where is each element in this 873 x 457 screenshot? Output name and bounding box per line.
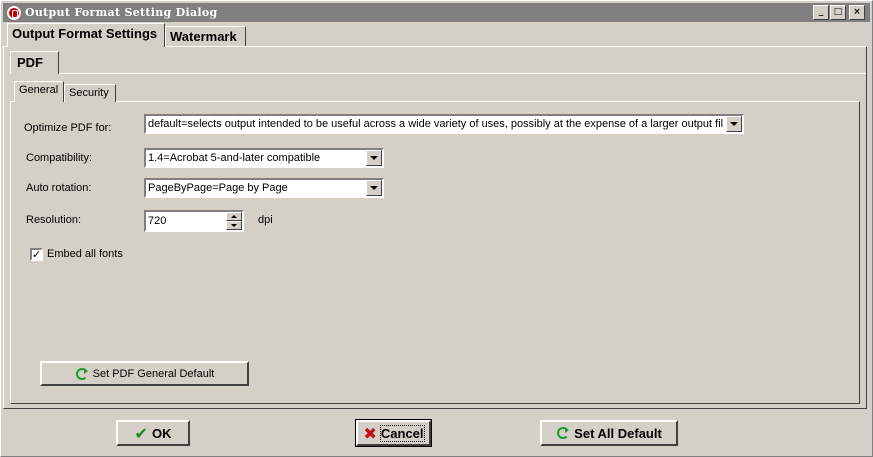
- resolution-label: Resolution:: [26, 214, 82, 226]
- resolution-spinner[interactable]: 720: [144, 210, 244, 232]
- window-title: Output Format Setting Dialog: [25, 6, 218, 19]
- tab-output-format-settings[interactable]: Output Format Settings: [7, 23, 165, 47]
- refresh-icon: [75, 367, 89, 381]
- resolution-unit: dpi: [258, 214, 273, 226]
- general-panel: [10, 101, 860, 404]
- refresh-icon: [556, 426, 570, 440]
- resolution-value: 720: [148, 215, 167, 227]
- set-pdf-general-default-label: Set PDF General Default: [92, 367, 215, 380]
- close-button[interactable]: ×: [849, 5, 865, 20]
- cancel-label: Cancel: [379, 424, 425, 442]
- window-controls: _ □ ×: [813, 5, 865, 20]
- maximize-button[interactable]: □: [830, 5, 846, 20]
- spin-down-icon[interactable]: [226, 221, 242, 230]
- embed-fonts-label[interactable]: Embed all fonts: [47, 248, 123, 260]
- embed-fonts-checkbox[interactable]: ✓: [30, 248, 43, 261]
- check-icon: ✔: [134, 423, 148, 443]
- x-icon: ✖: [363, 423, 377, 443]
- set-all-default-label: Set All Default: [574, 425, 662, 441]
- minimize-button[interactable]: _: [813, 5, 829, 20]
- title-bar[interactable]: Output Format Setting Dialog _ □ ×: [3, 3, 870, 22]
- optimize-value: default=selects output intended to be us…: [148, 118, 724, 130]
- ok-label: OK: [151, 425, 172, 441]
- compatibility-select[interactable]: 1.4=Acrobat 5-and-later compatible: [144, 148, 384, 168]
- chevron-down-icon[interactable]: [366, 180, 382, 196]
- set-all-default-button[interactable]: Set All Default: [540, 420, 678, 446]
- cancel-button[interactable]: ✖ Cancel: [355, 419, 432, 447]
- tab-watermark[interactable]: Watermark: [165, 26, 246, 46]
- auto-rotation-value: PageByPage=Page by Page: [148, 182, 288, 194]
- app-icon: [7, 5, 21, 20]
- optimize-select[interactable]: default=selects output intended to be us…: [144, 114, 744, 134]
- tab-security[interactable]: Security: [64, 84, 116, 102]
- spin-up-icon[interactable]: [226, 212, 242, 221]
- ok-button[interactable]: ✔ OK: [116, 420, 190, 446]
- set-pdf-general-default-button[interactable]: Set PDF General Default: [40, 361, 249, 386]
- tab-general[interactable]: General: [14, 81, 64, 102]
- optimize-label: Optimize PDF for:: [24, 122, 112, 134]
- pdf-tab-divider: [59, 73, 866, 74]
- auto-rotation-select[interactable]: PageByPage=Page by Page: [144, 178, 384, 198]
- compatibility-label: Compatibility:: [26, 152, 93, 164]
- chevron-down-icon[interactable]: [366, 150, 382, 166]
- tab-pdf[interactable]: PDF: [10, 51, 59, 74]
- compatibility-value: 1.4=Acrobat 5-and-later compatible: [148, 152, 321, 164]
- chevron-down-icon[interactable]: [726, 116, 742, 132]
- auto-rotation-label: Auto rotation:: [26, 182, 92, 194]
